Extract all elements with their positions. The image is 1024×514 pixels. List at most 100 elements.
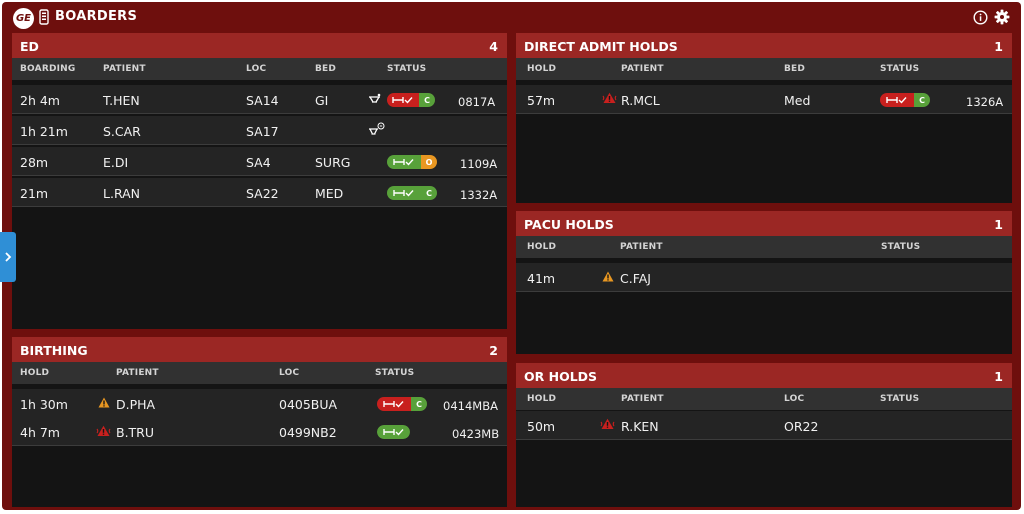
table-row[interactable]: 2h 4m T.HEN SA14 GI C 0817A [12, 85, 507, 114]
hold-time: 4h 7m [20, 425, 60, 440]
table-row[interactable]: 21m L.RAN SA22 MED C 1332A [12, 178, 507, 207]
direct-admit-panel-count: 1 [994, 39, 1003, 54]
direct-admit-holds-panel: DIRECT ADMIT HOLDS 1 HOLD PATIENT BED ST… [516, 33, 1012, 203]
direct-admit-column-headers: HOLD PATIENT BED STATUS [516, 58, 1012, 80]
or-panel-header: OR HOLDS 1 [516, 363, 1012, 388]
patient-name: B.TRU [116, 425, 155, 440]
column-header-status[interactable]: STATUS [387, 64, 426, 74]
pacu-panel-title: PACU HOLDS [524, 217, 614, 232]
column-header-bed[interactable]: BED [315, 64, 336, 74]
boarding-time: 21m [20, 186, 49, 201]
pacu-panel-header: PACU HOLDS 1 [516, 211, 1012, 236]
transport-icon [369, 93, 381, 103]
status-letter: C [419, 93, 435, 107]
bed-status-pill[interactable]: O [387, 155, 437, 169]
bed-assigned-icon [377, 425, 410, 439]
bed-assigned-icon [387, 155, 421, 169]
table-row[interactable]: 57m R.MCL Med C 1326A [516, 85, 1012, 114]
table-row[interactable]: 4h 7m B.TRU 0499NB2 0423MB [12, 417, 507, 446]
status-letter: C [411, 397, 427, 411]
location: 0499NB2 [279, 425, 337, 440]
gear-icon[interactable] [994, 9, 1010, 25]
table-row[interactable]: 1h 30m D.PHA 0405BUA C 0414MBA [12, 389, 507, 418]
patient-name: C.FAJ [620, 271, 651, 286]
bed-type: Med [784, 93, 811, 108]
column-header-patient[interactable]: PATIENT [103, 64, 146, 74]
critical-alert-icon [602, 92, 617, 103]
column-header-hold[interactable]: HOLD [20, 368, 49, 378]
ed-panel-header: ED 4 [12, 33, 507, 58]
app-window: GE BOARDERS ED 4 BOARDING PATIENT LOC BE… [0, 2, 1021, 510]
bed-status-pill[interactable]: C [880, 93, 930, 107]
table-row[interactable]: 28m E.DI SA4 SURG O 1109A [12, 147, 507, 176]
ed-column-headers: BOARDING PATIENT LOC BED STATUS [12, 58, 507, 80]
room-number: 1332A [460, 188, 498, 202]
column-header-hold[interactable]: HOLD [527, 242, 556, 252]
bed-type: SURG [315, 155, 351, 170]
hold-time: 57m [527, 93, 556, 108]
critical-alert-icon [96, 425, 111, 436]
or-column-headers: HOLD PATIENT LOC STATUS [516, 388, 1012, 410]
status-letter: C [914, 93, 930, 107]
patient-name: R.MCL [621, 93, 660, 108]
or-holds-panel: OR HOLDS 1 HOLD PATIENT LOC STATUS 50m R… [516, 363, 1012, 507]
column-header-patient[interactable]: PATIENT [116, 368, 159, 378]
column-header-loc[interactable]: LOC [246, 64, 266, 74]
pacu-holds-panel: PACU HOLDS 1 HOLD PATIENT STATUS 41m C.F… [516, 211, 1012, 354]
column-header-status[interactable]: STATUS [880, 394, 919, 404]
patient-name: R.KEN [621, 419, 659, 434]
patient-name: L.RAN [103, 186, 141, 201]
patient-name: E.DI [103, 155, 129, 170]
bed-assigned-icon [387, 186, 421, 200]
room-number: 1326A [966, 95, 1004, 109]
table-row[interactable]: 1h 21m S.CAR SA17 [12, 116, 507, 145]
birthing-panel-header: BIRTHING 2 [12, 337, 507, 362]
column-header-loc[interactable]: LOC [279, 368, 299, 378]
warning-icon [98, 397, 110, 408]
column-header-hold[interactable]: HOLD [527, 64, 556, 74]
column-header-patient[interactable]: PATIENT [621, 394, 664, 404]
bed-assigned-icon [387, 93, 419, 107]
room-number: 0817A [458, 95, 496, 109]
chevron-right-icon [5, 252, 12, 262]
room-number: 1109A [460, 157, 498, 171]
hold-time: 50m [527, 419, 556, 434]
critical-alert-icon [600, 418, 615, 429]
bed-status-pill[interactable] [377, 425, 410, 439]
pacu-panel-count: 1 [994, 217, 1003, 232]
ge-logo: GE [13, 8, 34, 29]
column-header-hold[interactable]: HOLD [527, 394, 556, 404]
direct-admit-panel-title: DIRECT ADMIT HOLDS [524, 39, 678, 54]
column-header-patient[interactable]: PATIENT [621, 64, 664, 74]
column-header-boarding[interactable]: BOARDING [20, 64, 76, 74]
table-row[interactable]: 41m C.FAJ [516, 263, 1012, 292]
hold-time: 41m [527, 271, 556, 286]
birthing-column-headers: HOLD PATIENT LOC STATUS [12, 362, 507, 384]
bed-status-pill[interactable]: C [377, 397, 427, 411]
status-letter: O [421, 155, 437, 169]
patient-name: D.PHA [116, 397, 156, 412]
table-row[interactable]: 50m R.KEN OR22 [516, 411, 1012, 440]
ed-panel: ED 4 BOARDING PATIENT LOC BED STATUS 2h … [12, 33, 507, 329]
location: SA4 [246, 155, 271, 170]
boarding-time: 28m [20, 155, 49, 170]
column-header-status[interactable]: STATUS [375, 368, 414, 378]
bed-type: MED [315, 186, 344, 201]
bed-status-pill[interactable]: C [387, 93, 435, 107]
column-header-loc[interactable]: LOC [784, 394, 804, 404]
room-number: 0423MB [452, 427, 500, 441]
birthing-panel: BIRTHING 2 HOLD PATIENT LOC STATUS 1h 30… [12, 337, 507, 507]
phone-icon [39, 9, 49, 25]
bed-assigned-icon [377, 397, 411, 411]
patient-name: S.CAR [103, 124, 141, 139]
sidebar-expand-tab[interactable] [0, 232, 16, 282]
column-header-status[interactable]: STATUS [881, 242, 920, 252]
column-header-status[interactable]: STATUS [880, 64, 919, 74]
bed-status-pill[interactable]: C [387, 186, 437, 200]
column-header-patient[interactable]: PATIENT [620, 242, 663, 252]
info-icon[interactable] [973, 10, 988, 25]
column-header-bed[interactable]: BED [784, 64, 805, 74]
or-panel-count: 1 [994, 369, 1003, 384]
location: OR22 [784, 419, 819, 434]
hold-time: 1h 30m [20, 397, 68, 412]
